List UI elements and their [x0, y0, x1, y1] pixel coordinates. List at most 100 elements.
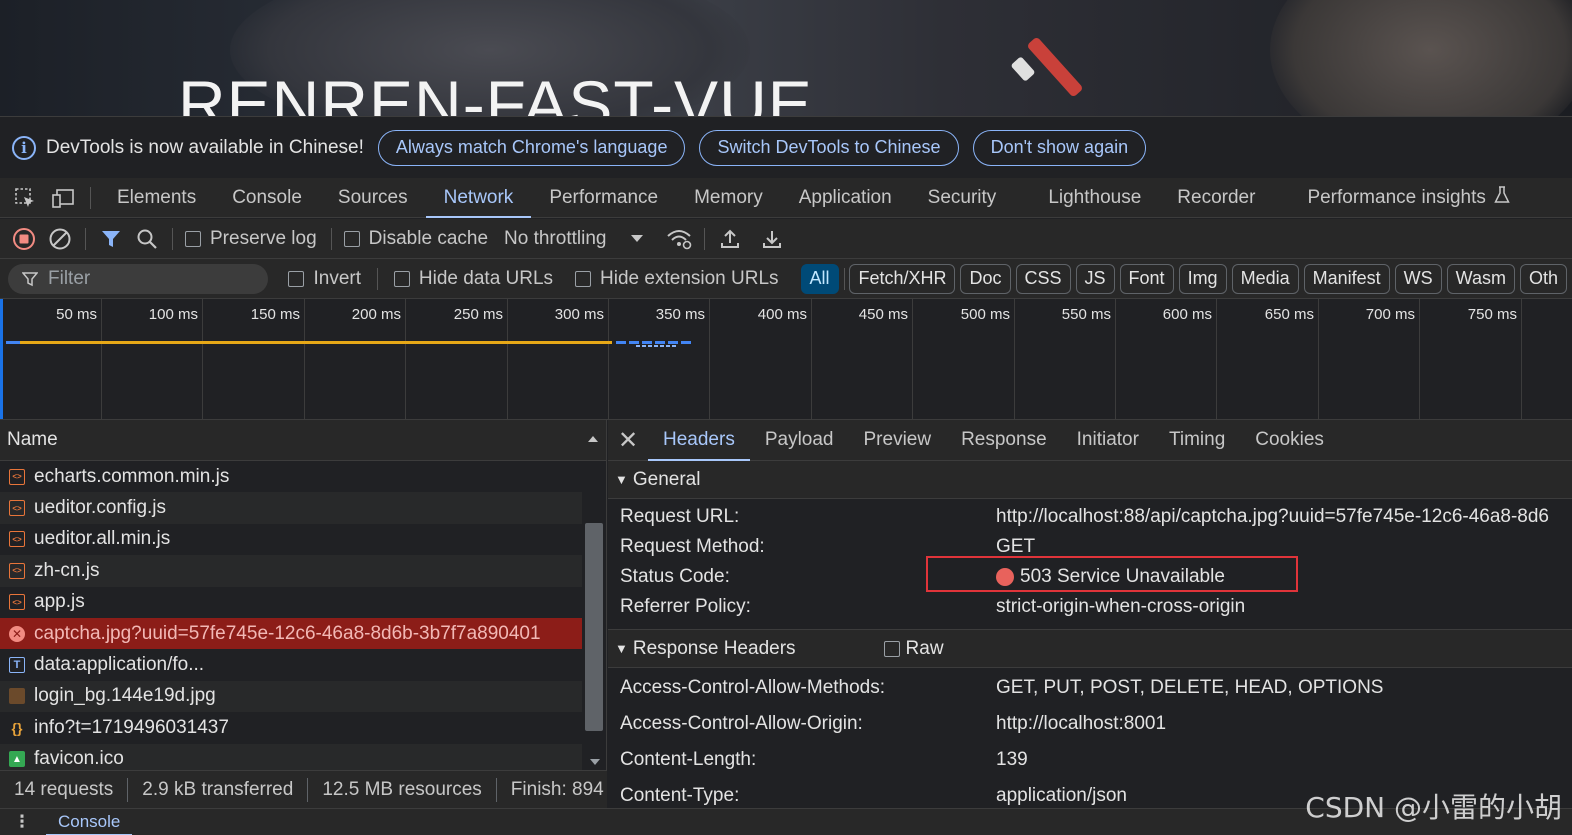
infobar-message: DevTools is now available in Chinese! [46, 136, 364, 158]
request-row[interactable]: <> zh-cn.js [0, 555, 582, 587]
hide-extension-urls-toggle[interactable]: Hide extension URLs [575, 267, 779, 290]
switch-chinese-button[interactable]: Switch DevTools to Chinese [699, 129, 959, 166]
tab-response[interactable]: Response [946, 420, 1062, 461]
hide-data-urls-checkbox[interactable] [393, 270, 410, 287]
type-filter-fetch-xhr[interactable]: Fetch/XHR [849, 263, 956, 294]
type-filter-img[interactable]: Img [1178, 263, 1227, 294]
invert-checkbox[interactable] [288, 270, 305, 287]
request-list: Name <> echarts.common.min.js <> ueditor… [0, 420, 607, 770]
sort-up-icon[interactable] [587, 428, 599, 450]
match-language-button[interactable]: Always match Chrome's language [377, 129, 686, 166]
timeline-grid-line [912, 299, 913, 419]
drawer-tab-console[interactable]: Console [46, 809, 133, 835]
hide-extension-urls-checkbox[interactable] [575, 270, 592, 287]
tab-performance[interactable]: Performance [531, 178, 676, 218]
request-list-scrollbar[interactable] [582, 461, 606, 770]
scrollbar-thumb[interactable] [585, 523, 603, 731]
request-row[interactable]: T data:application/fo... [0, 649, 582, 680]
preserve-log-toggle[interactable]: Preserve log [185, 228, 317, 250]
invert-toggle[interactable]: Invert [288, 268, 361, 290]
preserve-log-checkbox[interactable] [185, 230, 201, 247]
timeline-late-bars [616, 341, 691, 344]
tab-timing[interactable]: Timing [1154, 420, 1240, 461]
network-conditions-icon[interactable] [664, 224, 694, 254]
toolbar-divider [704, 227, 706, 250]
tab-security[interactable]: Security [910, 178, 1031, 218]
page-hero: RENREN-FAST-VUE [0, 0, 1572, 116]
tab-console[interactable]: Console [214, 178, 320, 218]
filter-input[interactable]: Filter [8, 263, 269, 294]
name-column-header[interactable]: Name [7, 429, 58, 451]
tab-performance-insights[interactable]: Performance insights [1289, 178, 1527, 218]
tab-lighthouse[interactable]: Lighthouse [1030, 178, 1159, 218]
throttling-value: No throttling [504, 227, 607, 249]
disable-cache-checkbox[interactable] [343, 230, 360, 247]
type-filter-css[interactable]: CSS [1015, 263, 1071, 294]
timeline-tick-label: 300 ms [554, 306, 604, 323]
tab-memory[interactable]: Memory [676, 178, 781, 218]
throttling-select[interactable]: No throttling [504, 228, 644, 250]
hide-extension-urls-label: Hide extension URLs [600, 267, 779, 289]
type-filter-manifest[interactable]: Manifest [1303, 263, 1390, 294]
request-row[interactable]: <> ueditor.all.min.js [0, 524, 582, 555]
request-name: ueditor.all.min.js [34, 528, 171, 550]
tab-application[interactable]: Application [781, 178, 910, 218]
tab-sources[interactable]: Sources [320, 178, 426, 218]
tab-network[interactable]: Network [425, 178, 532, 218]
disable-cache-toggle[interactable]: Disable cache [343, 228, 488, 250]
pen-image [1026, 36, 1084, 98]
toolbar-divider [85, 227, 86, 250]
filter-icon[interactable] [96, 224, 126, 254]
hide-data-urls-toggle[interactable]: Hide data URLs [393, 268, 553, 290]
search-icon[interactable] [132, 224, 162, 254]
timeline-overview[interactable]: 50 ms 100 ms 150 ms 200 ms 250 ms 300 ms 350 m… [0, 299, 1572, 420]
request-row[interactable]: login_bg.144e19d.jpg [0, 680, 582, 713]
type-filter-other[interactable]: Oth [1519, 263, 1567, 294]
tab-payload[interactable]: Payload [750, 420, 849, 461]
type-filter-wasm[interactable]: Wasm [1446, 263, 1515, 294]
request-name: login_bg.144e19d.jpg [34, 685, 216, 707]
raw-toggle[interactable]: Raw [883, 638, 944, 660]
type-filter-js[interactable]: JS [1075, 263, 1115, 294]
close-icon[interactable]: ✕ [608, 420, 648, 461]
general-section-header[interactable]: ▼ General [608, 461, 1572, 499]
clear-icon[interactable] [45, 224, 75, 254]
inspect-element-icon[interactable] [12, 185, 38, 211]
export-har-icon[interactable] [757, 224, 787, 254]
request-row[interactable]: <> ueditor.config.js [0, 492, 582, 524]
summary-requests: 14 requests [0, 777, 129, 802]
drawer-menu-icon[interactable]: ⋮ [0, 812, 44, 832]
header-key: Request Method: [620, 536, 765, 557]
pen-cap-image [1010, 56, 1036, 82]
stop-recording-button[interactable] [9, 224, 39, 254]
type-filter-doc[interactable]: Doc [960, 263, 1011, 294]
type-filter-all[interactable]: All [800, 263, 839, 294]
request-row[interactable]: <> echarts.common.min.js [0, 461, 582, 492]
dont-show-again-button[interactable]: Don't show again [972, 129, 1147, 166]
request-row-selected-error[interactable]: ✕ captcha.jpg?uuid=57fe745e-12c6-46a8-8d… [0, 617, 582, 650]
request-row[interactable]: <> app.js [0, 587, 582, 618]
device-toolbar-icon[interactable] [50, 185, 76, 211]
image-file-icon [9, 688, 25, 705]
tab-recorder[interactable]: Recorder [1159, 178, 1289, 218]
timeline-tick-label: 500 ms [960, 306, 1010, 323]
type-filter-ws[interactable]: WS [1394, 263, 1442, 294]
request-row[interactable]: {} info?t=1719496031437 [0, 712, 582, 743]
request-list-header[interactable]: Name [0, 420, 606, 461]
request-row[interactable]: ▲ favicon.ico [0, 743, 582, 770]
type-filter-font[interactable]: Font [1119, 263, 1174, 294]
raw-checkbox[interactable] [883, 640, 900, 657]
tab-preview[interactable]: Preview [849, 420, 947, 461]
tab-initiator[interactable]: Initiator [1062, 420, 1154, 461]
timeline-grid-line [405, 299, 406, 419]
type-filter-media[interactable]: Media [1231, 263, 1299, 294]
import-har-icon[interactable] [715, 224, 745, 254]
timeline-tick-label: 350 ms [655, 306, 705, 323]
response-headers-section-header[interactable]: ▼ Response Headers Raw [608, 630, 1572, 668]
scroll-down-icon[interactable] [589, 751, 601, 770]
timeline-tick-label: 8 [1528, 306, 1572, 323]
tab-cookies[interactable]: Cookies [1240, 420, 1339, 461]
tab-elements[interactable]: Elements [99, 178, 214, 218]
timeline-tick-label: 200 ms [351, 306, 401, 323]
tab-headers[interactable]: Headers [648, 420, 750, 461]
